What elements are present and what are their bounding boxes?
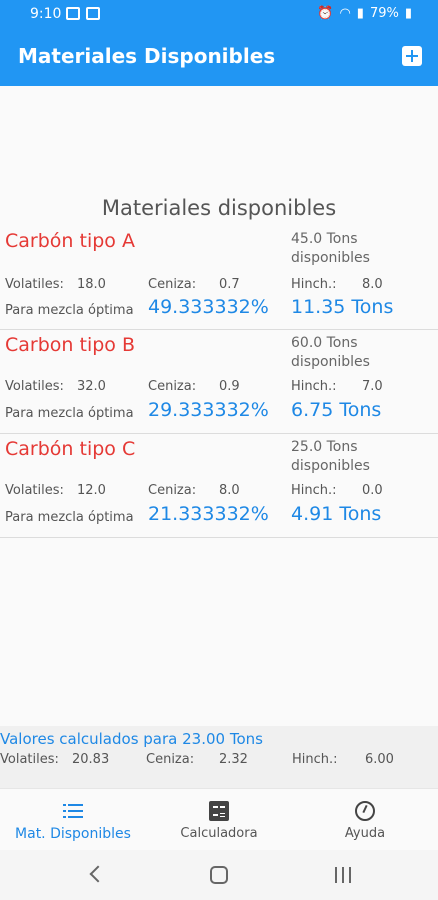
home-icon[interactable] bbox=[210, 866, 228, 884]
mezcla-tons: 4.91 Tons bbox=[291, 503, 382, 525]
system-navigation-bar bbox=[0, 850, 438, 900]
summary-ceniza-label: Ceniza: bbox=[146, 752, 195, 767]
summary-volatiles-label: Volatiles: bbox=[0, 752, 59, 767]
available-tons: 25.0 Tons bbox=[291, 439, 358, 455]
hinch-label: Hinch.: bbox=[291, 379, 337, 394]
material-name: Carbón tipo C bbox=[5, 438, 136, 460]
nav-calculadora[interactable]: Calculadora bbox=[146, 789, 292, 851]
material-available: 25.0 Tons disponibles bbox=[291, 438, 431, 476]
nav-mat-disponibles[interactable]: Mat. Disponibles bbox=[0, 789, 146, 851]
volatiles-value: 32.0 bbox=[77, 379, 106, 394]
app-title: Materiales Disponibles bbox=[18, 44, 276, 68]
battery-icon: ▮ bbox=[404, 6, 412, 21]
material-name: Carbón tipo A bbox=[5, 230, 135, 252]
battery-text: 79% bbox=[369, 6, 399, 21]
ceniza-label: Ceniza: bbox=[148, 379, 197, 394]
calculator-icon bbox=[209, 801, 229, 821]
mezcla-percent: 49.333332% bbox=[148, 296, 269, 318]
ceniza-value: 0.9 bbox=[219, 379, 240, 394]
mezcla-percent: 21.333332% bbox=[148, 503, 269, 525]
volatiles-value: 12.0 bbox=[77, 483, 106, 498]
nav-label: Ayuda bbox=[344, 826, 386, 841]
volatiles-value: 18.0 bbox=[77, 277, 106, 292]
status-time: 9:10 bbox=[30, 6, 62, 22]
alarm-icon: ⏰ bbox=[317, 6, 334, 21]
hinch-value: 7.0 bbox=[362, 379, 383, 394]
wifi-icon: ◠ bbox=[339, 6, 351, 21]
add-material-button[interactable] bbox=[402, 46, 422, 66]
hinch-label: Hinch.: bbox=[291, 277, 337, 292]
ceniza-label: Ceniza: bbox=[148, 277, 197, 292]
available-label: disponibles bbox=[291, 250, 370, 266]
nav-label: Mat. Disponibles bbox=[15, 826, 131, 842]
calculated-summary: Valores calculados para 23.00 Tons Volat… bbox=[0, 726, 438, 788]
summary-ceniza-value: 2.32 bbox=[219, 752, 248, 767]
mezcla-label: Para mezcla óptima bbox=[5, 406, 134, 421]
mezcla-label: Para mezcla óptima bbox=[5, 303, 134, 318]
material-available: 45.0 Tons disponibles bbox=[291, 230, 431, 268]
hinch-label: Hinch.: bbox=[291, 483, 337, 498]
summary-hinch-label: Hinch.: bbox=[292, 752, 338, 767]
recent-apps-icon[interactable] bbox=[335, 867, 351, 883]
back-icon[interactable] bbox=[89, 865, 107, 883]
ceniza-value: 8.0 bbox=[219, 483, 240, 498]
volatiles-label: Volatiles: bbox=[5, 483, 64, 498]
available-label: disponibles bbox=[291, 354, 370, 370]
mezcla-tons: 11.35 Tons bbox=[291, 296, 394, 318]
mezcla-tons: 6.75 Tons bbox=[291, 399, 382, 421]
list-icon bbox=[63, 801, 83, 821]
app-bar: Materiales Disponibles bbox=[0, 28, 438, 86]
signal-icon: ▮ bbox=[356, 6, 364, 21]
section-title: Materiales disponibles bbox=[101, 196, 337, 220]
summary-volatiles-value: 20.83 bbox=[72, 752, 110, 767]
ceniza-value: 0.7 bbox=[219, 277, 240, 292]
available-tons: 45.0 Tons bbox=[291, 231, 358, 247]
available-tons: 60.0 Tons bbox=[291, 335, 358, 351]
help-icon bbox=[355, 801, 375, 821]
mezcla-label: Para mezcla óptima bbox=[5, 510, 134, 525]
mezcla-percent: 29.333332% bbox=[148, 399, 269, 421]
notification-icon-2 bbox=[86, 7, 100, 20]
hinch-value: 8.0 bbox=[362, 277, 383, 292]
notification-icon bbox=[66, 7, 80, 20]
material-card[interactable]: Carbon tipo B 60.0 Tons disponibles Vola… bbox=[0, 330, 438, 434]
material-name: Carbon tipo B bbox=[5, 334, 135, 356]
available-label: disponibles bbox=[291, 458, 370, 474]
material-card[interactable]: Carbón tipo C 25.0 Tons disponibles Vola… bbox=[0, 434, 438, 538]
volatiles-label: Volatiles: bbox=[5, 277, 64, 292]
summary-title: Valores calculados para 23.00 Tons bbox=[0, 730, 263, 748]
nav-label: Calculadora bbox=[180, 826, 258, 841]
summary-hinch-value: 6.00 bbox=[365, 752, 394, 767]
hinch-value: 0.0 bbox=[362, 483, 383, 498]
bottom-navigation: Mat. Disponibles Calculadora Ayuda bbox=[0, 788, 438, 850]
ceniza-label: Ceniza: bbox=[148, 483, 197, 498]
status-right: ⏰ ◠ ▮ 79% ▮ bbox=[317, 6, 412, 21]
material-available: 60.0 Tons disponibles bbox=[291, 334, 431, 372]
material-card[interactable]: Carbón tipo A 45.0 Tons disponibles Vola… bbox=[0, 226, 438, 330]
volatiles-label: Volatiles: bbox=[5, 379, 64, 394]
nav-ayuda[interactable]: Ayuda bbox=[292, 789, 438, 851]
status-bar: 9:10 ⏰ ◠ ▮ 79% ▮ bbox=[0, 0, 438, 28]
